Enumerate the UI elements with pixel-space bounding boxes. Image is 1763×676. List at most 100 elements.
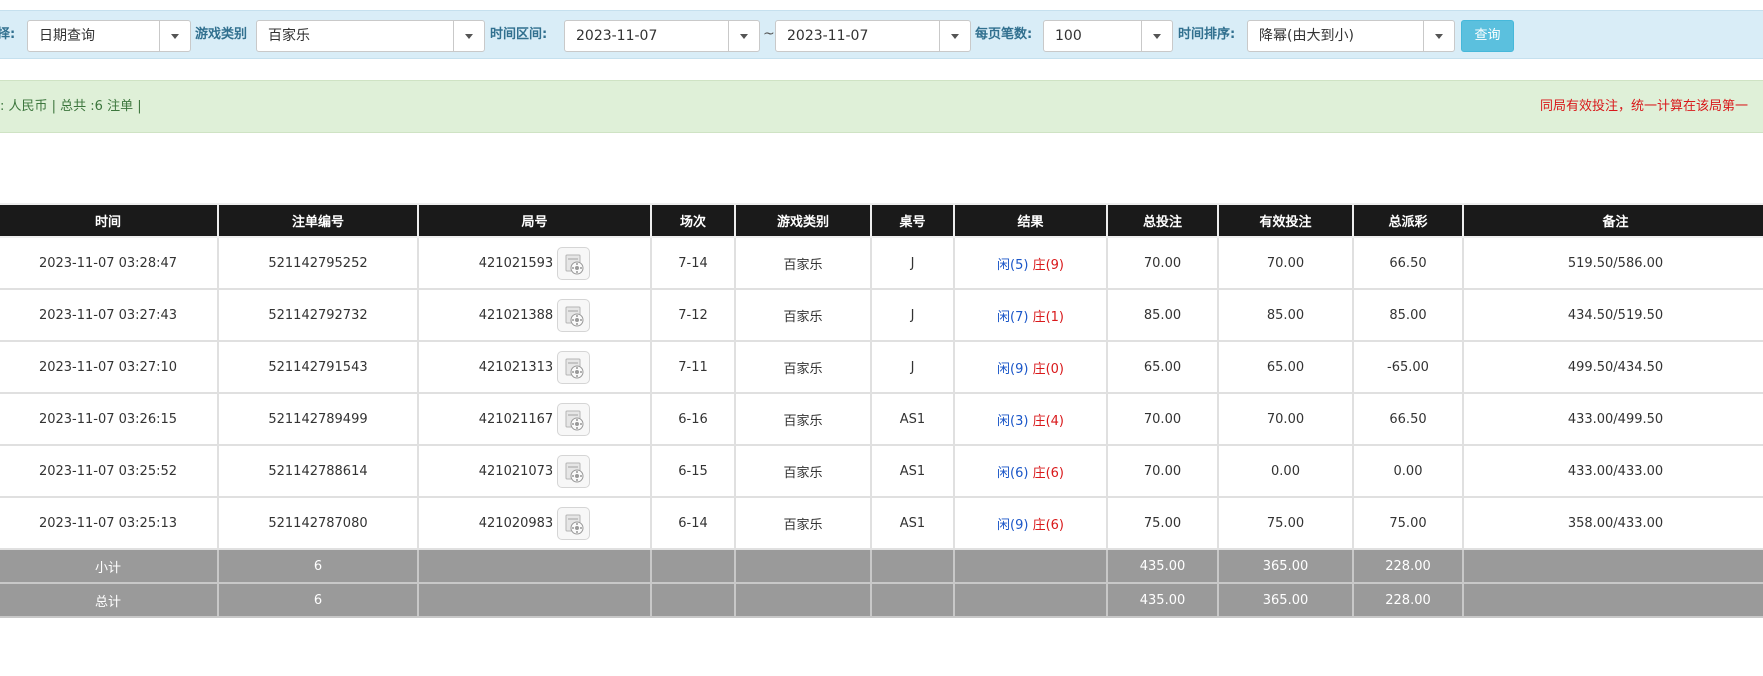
round-number: 421021593 bbox=[478, 255, 554, 271]
payout: 0.00 bbox=[1352, 444, 1464, 498]
column-header: 场次 bbox=[650, 203, 736, 238]
remark: 519.50/586.00 bbox=[1462, 236, 1763, 290]
payout: 85.00 bbox=[1352, 288, 1464, 342]
video-replay-icon[interactable] bbox=[557, 350, 591, 384]
session: 6-15 bbox=[650, 444, 736, 498]
chevron-down-icon[interactable] bbox=[1423, 21, 1454, 51]
round-cell: 421020983 bbox=[417, 496, 652, 550]
order-number: 521142789499 bbox=[217, 392, 419, 446]
column-header: 时间 bbox=[0, 203, 219, 238]
remark: 433.00/499.50 bbox=[1462, 392, 1763, 446]
total-bet: 70.00 bbox=[1106, 444, 1219, 498]
session: 6-14 bbox=[650, 496, 736, 550]
valid-bet: 0.00 bbox=[1217, 444, 1354, 498]
session: 7-14 bbox=[650, 236, 736, 290]
query-mode-label: 择: bbox=[0, 27, 16, 42]
chevron-down-icon[interactable] bbox=[159, 21, 190, 51]
table-number: AS1 bbox=[870, 392, 955, 446]
round-number: 421021167 bbox=[478, 411, 554, 427]
bet-time: 2023-11-07 03:26:15 bbox=[0, 392, 219, 446]
total-bet: 70.00 bbox=[1106, 236, 1219, 290]
result-cell: 闲(3) 庄(4) bbox=[953, 392, 1108, 446]
table-header-row: 时间 注单编号 局号 场次 游戏类别 桌号 结果 总投注 有效投注 总派彩 备注 bbox=[0, 203, 1763, 238]
remark: 433.00/433.00 bbox=[1462, 444, 1763, 498]
chevron-down-icon[interactable] bbox=[453, 21, 484, 51]
table-row: 2023-11-07 03:27:10 521142791543 421021313… bbox=[0, 340, 1763, 394]
table-number: J bbox=[870, 236, 955, 290]
date-from-select[interactable]: 2023-11-07 bbox=[564, 20, 760, 52]
remark: 358.00/433.00 bbox=[1462, 496, 1763, 550]
column-header: 有效投注 bbox=[1217, 203, 1354, 238]
order-number: 521142792732 bbox=[217, 288, 419, 342]
bet-time: 2023-11-07 03:25:13 bbox=[0, 496, 219, 550]
empty-cell bbox=[1462, 582, 1763, 618]
total-bet: 65.00 bbox=[1106, 340, 1219, 394]
round-cell: 421021073 bbox=[417, 444, 652, 498]
game-type: 百家乐 bbox=[734, 444, 872, 498]
round-cell: 421021388 bbox=[417, 288, 652, 342]
remark: 434.50/519.50 bbox=[1462, 288, 1763, 342]
per-page-value: 100 bbox=[1055, 28, 1082, 44]
table-row: 2023-11-07 03:25:13 521142787080 421020983… bbox=[0, 496, 1763, 550]
payout: 75.00 bbox=[1352, 496, 1464, 550]
date-separator: ~ bbox=[763, 26, 775, 42]
session: 7-12 bbox=[650, 288, 736, 342]
total-bet: 70.00 bbox=[1106, 392, 1219, 446]
date-to-select[interactable]: 2023-11-07 bbox=[775, 20, 971, 52]
total-bet: 85.00 bbox=[1106, 288, 1219, 342]
column-header: 游戏类别 bbox=[734, 203, 872, 238]
valid-bet: 75.00 bbox=[1217, 496, 1354, 550]
table-row: 2023-11-07 03:28:47 521142795252 421021593… bbox=[0, 236, 1763, 290]
time-sort-value: 降幂(由大到小) bbox=[1259, 28, 1354, 44]
valid-bet: 70.00 bbox=[1217, 392, 1354, 446]
time-sort-select[interactable]: 降幂(由大到小) bbox=[1247, 20, 1455, 52]
player-result: 闲(7) bbox=[997, 309, 1029, 325]
remark: 499.50/434.50 bbox=[1462, 340, 1763, 394]
player-result: 闲(9) bbox=[997, 517, 1029, 533]
banker-result: 庄(1) bbox=[1032, 309, 1064, 325]
bet-time: 2023-11-07 03:27:43 bbox=[0, 288, 219, 342]
game-type-select[interactable]: 百家乐 bbox=[256, 20, 485, 52]
column-header: 总派彩 bbox=[1352, 203, 1464, 238]
empty-cell bbox=[1462, 548, 1763, 584]
banker-result: 庄(6) bbox=[1032, 517, 1064, 533]
order-number: 521142787080 bbox=[217, 496, 419, 550]
banker-result: 庄(0) bbox=[1032, 361, 1064, 377]
summary-info-text: : 人民币 | 总共 :6 注单 | bbox=[0, 99, 142, 114]
video-replay-icon[interactable] bbox=[557, 246, 591, 280]
video-replay-icon[interactable] bbox=[557, 298, 591, 332]
summary-info-bar: : 人民币 | 总共 :6 注单 | 同局有效投注，统一计算在该局第一 bbox=[0, 80, 1763, 133]
total-bet: 75.00 bbox=[1106, 496, 1219, 550]
round-number: 421021313 bbox=[478, 359, 554, 375]
date-to-value: 2023-11-07 bbox=[787, 28, 869, 44]
valid-bet: 70.00 bbox=[1217, 236, 1354, 290]
player-result: 闲(9) bbox=[997, 361, 1029, 377]
video-replay-icon[interactable] bbox=[557, 454, 591, 488]
result-cell: 闲(6) 庄(6) bbox=[953, 444, 1108, 498]
video-replay-icon[interactable] bbox=[557, 402, 591, 436]
bet-time: 2023-11-07 03:27:10 bbox=[0, 340, 219, 394]
table-row: 2023-11-07 03:25:52 521142788614 421021073… bbox=[0, 444, 1763, 498]
chevron-down-icon[interactable] bbox=[939, 21, 970, 51]
column-header: 备注 bbox=[1462, 203, 1763, 238]
empty-cell bbox=[417, 582, 652, 618]
query-mode-select[interactable]: 日期查询 bbox=[27, 20, 191, 52]
query-button[interactable]: 查询 bbox=[1461, 20, 1514, 52]
bet-time: 2023-11-07 03:25:52 bbox=[0, 444, 219, 498]
game-type: 百家乐 bbox=[734, 236, 872, 290]
result-cell: 闲(9) 庄(6) bbox=[953, 496, 1108, 550]
grandtotal-total-bet: 435.00 bbox=[1106, 582, 1219, 618]
grandtotal-valid-bet: 365.00 bbox=[1217, 582, 1354, 618]
time-sort-label: 时间排序: bbox=[1178, 27, 1236, 42]
player-result: 闲(5) bbox=[997, 257, 1029, 273]
chevron-down-icon[interactable] bbox=[1141, 21, 1172, 51]
column-header: 总投注 bbox=[1106, 203, 1219, 238]
game-type: 百家乐 bbox=[734, 392, 872, 446]
subtotal-count: 6 bbox=[217, 548, 419, 584]
chevron-down-icon[interactable] bbox=[728, 21, 759, 51]
video-replay-icon[interactable] bbox=[557, 506, 591, 540]
order-number: 521142795252 bbox=[217, 236, 419, 290]
grandtotal-row: 总计 6 435.00 365.00 228.00 bbox=[0, 582, 1763, 618]
table-number: AS1 bbox=[870, 444, 955, 498]
per-page-select[interactable]: 100 bbox=[1043, 20, 1173, 52]
